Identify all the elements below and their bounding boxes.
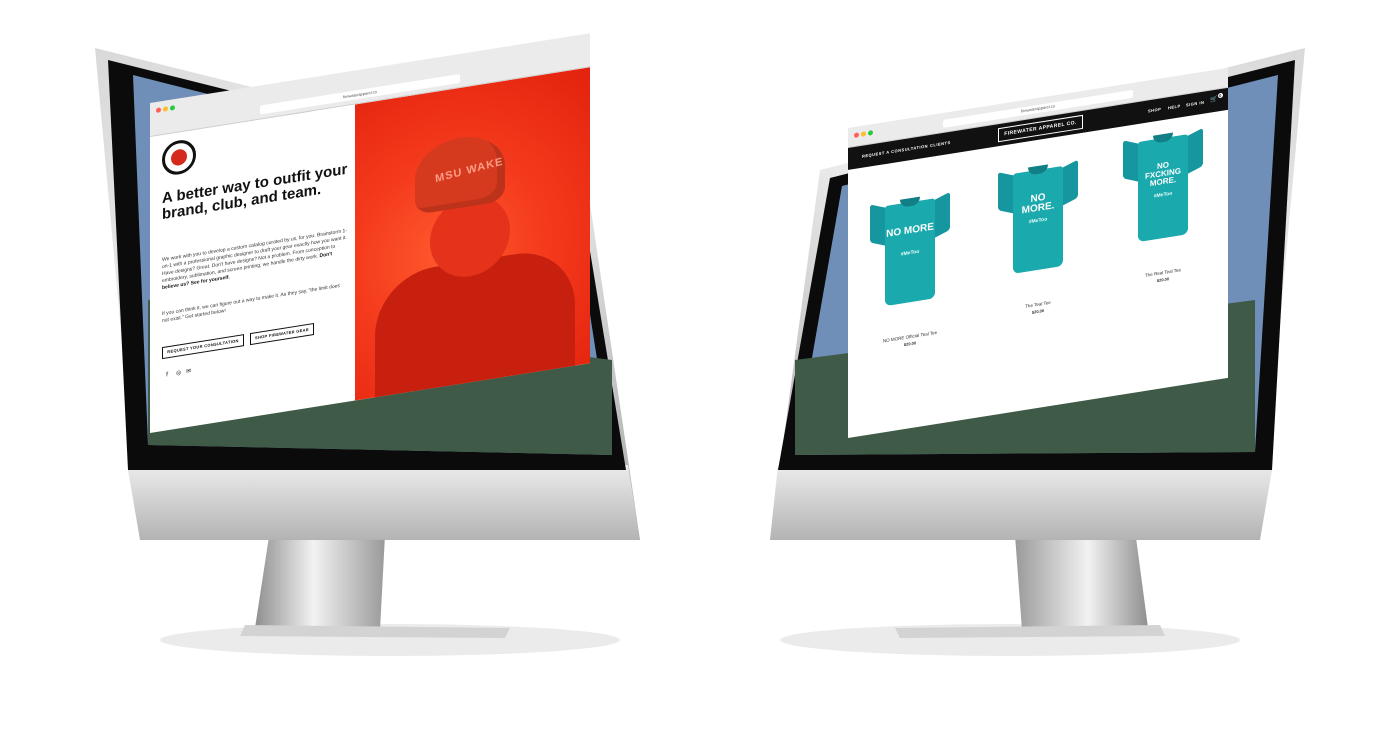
nav-clients[interactable]: CLIENTS <box>930 140 951 148</box>
right-browser-window: firewaterapparel.co REQUEST A CONSULTATI… <box>848 67 1228 439</box>
tee-image: NO MORE #MeToo <box>870 178 950 311</box>
nav-shop[interactable]: SHOP <box>1148 106 1161 113</box>
tee-image: NO FXCKING MORE. #MeToo <box>1123 114 1203 247</box>
cart-icon[interactable]: 🛒 <box>1210 95 1218 103</box>
product-card[interactable]: NO MORE. #MeToo The Teal Tee $20.00 <box>988 144 1088 315</box>
product-card[interactable]: NO MORE #MeToo NO MORE Official Teal Tee… <box>860 176 960 347</box>
right-monitor: firewaterapparel.co REQUEST A CONSULTATI… <box>0 0 1400 734</box>
zoom-window-dot[interactable] <box>868 130 873 136</box>
nav-request-consultation[interactable]: REQUEST A CONSULTATION <box>862 143 928 158</box>
minimize-window-dot[interactable] <box>861 131 866 137</box>
close-window-dot[interactable] <box>854 132 859 139</box>
nav-help[interactable]: HELP <box>1168 103 1181 110</box>
cart-count-badge: 0 <box>1218 92 1223 99</box>
tee-image: NO MORE. #MeToo <box>998 146 1078 279</box>
nav-sign-in[interactable]: SIGN IN <box>1186 100 1204 108</box>
